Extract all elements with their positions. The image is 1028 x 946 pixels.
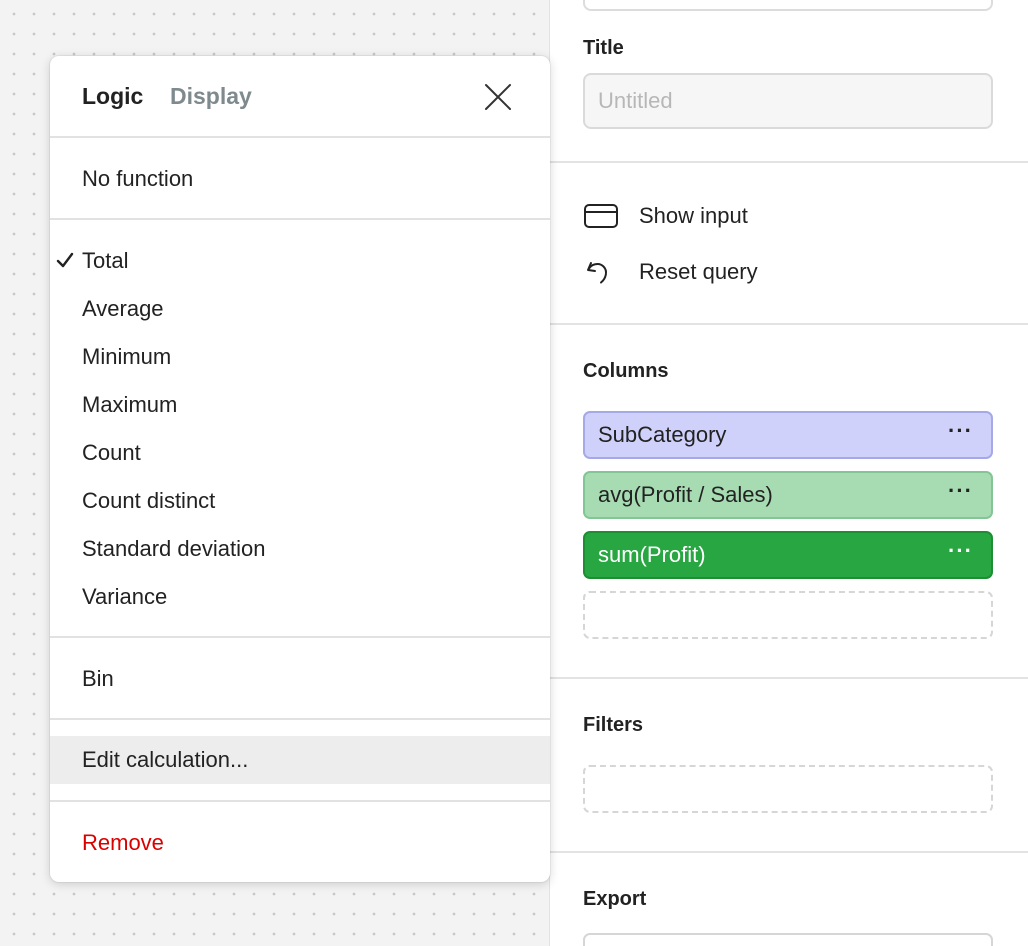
tab-display[interactable]: Display (170, 83, 252, 110)
more-icon[interactable]: ··· (948, 480, 973, 502)
column-pill-sum-profit[interactable]: sum(Profit) ··· (583, 531, 993, 579)
title-label: Title (583, 37, 624, 59)
divider (550, 161, 1028, 163)
side-panel: Title Show input Reset query Columns Sub… (549, 0, 1028, 946)
menu-item-total[interactable]: Total (50, 242, 550, 280)
top-field[interactable] (583, 0, 993, 11)
show-input-label: Show input (639, 203, 748, 228)
menu-item-count-distinct[interactable]: Count distinct (50, 482, 550, 520)
menu-item-maximum[interactable]: Maximum (50, 386, 550, 424)
divider (550, 677, 1028, 679)
divider (50, 136, 550, 138)
undo-icon (583, 256, 623, 288)
divider (50, 218, 550, 220)
column-pill-subcategory[interactable]: SubCategory ··· (583, 411, 993, 459)
column-pill-avg-profit-sales[interactable]: avg(Profit / Sales) ··· (583, 471, 993, 519)
menu-item-no-function[interactable]: No function (50, 160, 550, 198)
reset-query-button[interactable]: Reset query (583, 256, 758, 288)
divider (50, 718, 550, 720)
menu-item-count[interactable]: Count (50, 434, 550, 472)
menu-item-variance[interactable]: Variance (50, 578, 550, 616)
aggregation-menu: Logic Display No function Total Average … (50, 56, 550, 882)
column-pill-label: sum(Profit) (598, 542, 706, 567)
menu-item-edit-calculation[interactable]: Edit calculation... (50, 736, 550, 784)
more-icon[interactable]: ··· (948, 420, 973, 442)
menu-header: Logic Display (50, 56, 550, 136)
menu-item-bin[interactable]: Bin (50, 660, 550, 698)
divider (50, 800, 550, 802)
more-icon[interactable]: ··· (948, 540, 973, 562)
divider (550, 851, 1028, 853)
menu-item-label: Total (82, 248, 129, 273)
title-input[interactable] (583, 73, 993, 129)
columns-label: Columns (583, 360, 669, 382)
divider (50, 636, 550, 638)
close-button[interactable] (482, 81, 514, 113)
reset-query-label: Reset query (639, 259, 758, 284)
menu-item-standard-deviation[interactable]: Standard deviation (50, 530, 550, 568)
filters-label: Filters (583, 714, 644, 736)
menu-item-remove[interactable]: Remove (50, 824, 550, 862)
columns-dropzone[interactable] (583, 591, 993, 639)
divider (550, 323, 1028, 325)
check-icon (55, 250, 75, 270)
column-pill-label: avg(Profit / Sales) (598, 482, 773, 507)
close-icon (485, 84, 511, 110)
menu-item-average[interactable]: Average (50, 290, 550, 328)
card-icon (583, 200, 623, 232)
show-input-button[interactable]: Show input (583, 200, 748, 232)
export-field[interactable] (583, 933, 993, 946)
tab-logic[interactable]: Logic (82, 83, 143, 110)
column-pill-label: SubCategory (598, 422, 727, 447)
menu-item-minimum[interactable]: Minimum (50, 338, 550, 376)
filters-dropzone[interactable] (583, 765, 993, 813)
export-label: Export (583, 888, 647, 910)
